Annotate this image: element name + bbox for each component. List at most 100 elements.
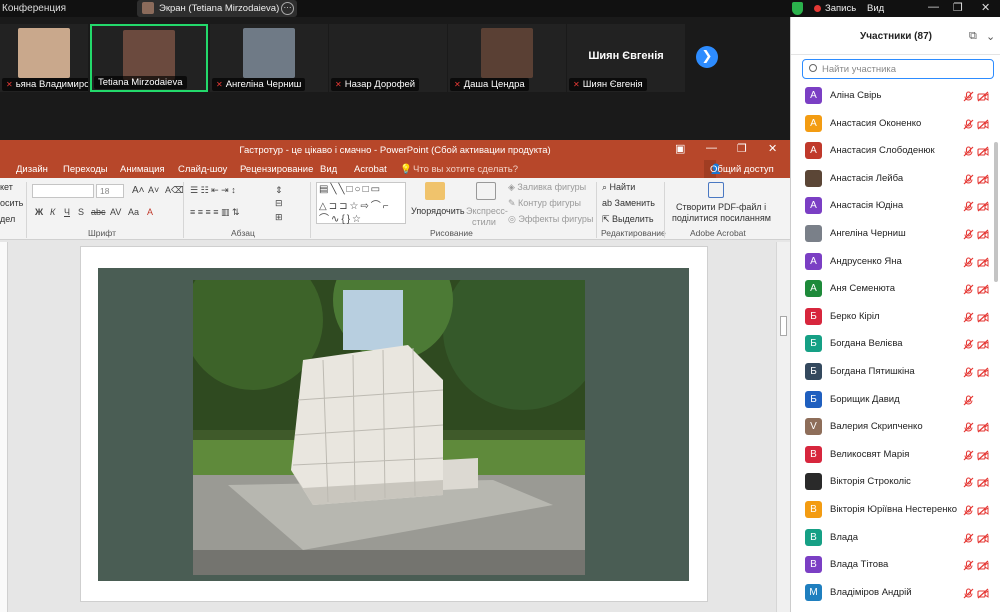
screen-share-indicator[interactable]: Экран (Tetiana Mirzodaieva) ··· — [137, 0, 297, 17]
video-off-icon[interactable] — [977, 531, 989, 549]
participants-scrollbar[interactable] — [994, 142, 998, 282]
more-options-icon[interactable]: ··· — [281, 2, 294, 15]
mic-muted-icon[interactable] — [963, 365, 974, 383]
tab-animation[interactable]: Анимация — [120, 164, 165, 175]
video-tile[interactable]: Шиян Євгенія ✕ Шиян Євгенія — [567, 24, 685, 92]
mic-muted-icon[interactable] — [963, 117, 974, 135]
video-off-icon[interactable] — [977, 89, 989, 107]
participant-row[interactable]: В Великосвят Марія — [791, 442, 991, 469]
shape-effects-button[interactable]: ◎ Эффекты фигуры — [508, 214, 593, 225]
scrollbar-thumb[interactable] — [780, 316, 787, 336]
mic-muted-icon[interactable] — [963, 448, 974, 466]
video-tile[interactable]: ✕ Назар Дорофей — [329, 24, 447, 92]
clear-format-icon[interactable]: A⌫ — [165, 185, 184, 196]
tab-design[interactable]: Дизайн — [16, 164, 48, 175]
close-icon[interactable]: ✕ — [981, 1, 990, 14]
video-tile[interactable]: ✕ Даша Цендра — [448, 24, 566, 92]
mic-muted-icon[interactable] — [963, 337, 974, 355]
share-button[interactable]: 👤 Общий доступ — [704, 160, 774, 178]
video-off-icon[interactable] — [977, 172, 989, 190]
video-off-icon[interactable] — [977, 448, 989, 466]
quick-styles-button-line2[interactable]: стили — [472, 217, 496, 227]
video-off-icon[interactable] — [977, 337, 989, 355]
participant-row[interactable]: А Аня Семенюта — [791, 276, 991, 303]
tab-review[interactable]: Рецензирование — [240, 164, 313, 175]
clipboard-label[interactable]: кет — [0, 182, 13, 192]
mic-muted-icon[interactable] — [963, 475, 974, 493]
strikethrough-icon[interactable]: abc — [91, 207, 106, 217]
align-icons[interactable]: ≡ ≡ ≡ ≡ ▥ ⇅ — [190, 207, 240, 218]
mic-muted-icon[interactable] — [963, 282, 974, 300]
video-off-icon[interactable] — [977, 503, 989, 521]
close-icon[interactable]: ✕ — [768, 142, 777, 155]
video-off-icon[interactable] — [977, 310, 989, 328]
mic-muted-icon[interactable] — [963, 393, 974, 411]
clipboard-label[interactable]: осить — [0, 198, 23, 208]
mic-muted-icon[interactable] — [963, 586, 974, 604]
view-menu[interactable]: Вид — [867, 3, 884, 14]
participant-row[interactable]: Анастасія Лейба — [791, 166, 991, 193]
record-label[interactable]: Запись — [825, 3, 856, 14]
participant-row[interactable]: В Влада — [791, 525, 991, 552]
participant-row[interactable]: В Вікторія Юріївна Нестеренко — [791, 497, 991, 524]
participant-row[interactable]: Б Берко Кіріл — [791, 304, 991, 331]
shapes-gallery[interactable]: ▤╲╲□○□▭ △⊐⊐☆⇨⌒⌐ ⌒∿{}☆ — [316, 182, 406, 225]
clipboard-label[interactable]: дел — [0, 214, 15, 224]
slides-pane[interactable] — [0, 242, 8, 612]
create-pdf-button[interactable]: Створити PDF-файл і — [676, 202, 766, 212]
video-off-icon[interactable] — [977, 199, 989, 217]
restore-icon[interactable]: ❐ — [953, 1, 963, 14]
participant-row[interactable]: А Анастасія Юдіна — [791, 193, 991, 220]
video-off-icon[interactable] — [977, 282, 989, 300]
mic-muted-icon[interactable] — [963, 310, 974, 328]
mic-muted-icon[interactable] — [963, 199, 974, 217]
create-pdf-button-line2[interactable]: поділитися посиланням — [672, 213, 771, 223]
mic-muted-icon[interactable] — [963, 558, 974, 576]
bullets-icon[interactable]: ☰ ☷ ⇤ ⇥ ↕ — [190, 185, 236, 196]
minimize-icon[interactable]: — — [928, 1, 939, 13]
participant-search-input[interactable]: Найти участника — [802, 59, 994, 79]
participant-row[interactable]: Вікторія Строколіс — [791, 469, 991, 496]
video-off-icon[interactable] — [977, 475, 989, 493]
participant-row[interactable]: Б Борищик Давид — [791, 387, 991, 414]
participant-row[interactable]: А Анастасия Оконенко — [791, 111, 991, 138]
text-direction-icon[interactable]: ⇕ — [275, 185, 283, 196]
slide-photo[interactable] — [183, 240, 603, 575]
arrange-button[interactable]: Упорядочить — [411, 206, 465, 216]
participant-row[interactable]: М Владіміров Андрій — [791, 580, 991, 607]
video-tile[interactable]: ✕ Ангеліна Черниш — [210, 24, 328, 92]
video-off-icon[interactable] — [977, 420, 989, 438]
participant-row[interactable]: А Андрусенко Яна — [791, 249, 991, 276]
mic-muted-icon[interactable] — [963, 531, 974, 549]
shape-outline-button[interactable]: ✎ Контур фигуры — [508, 198, 581, 209]
participant-row[interactable]: Б Богдана Велієва — [791, 331, 991, 358]
replace-button[interactable]: ab Заменить — [602, 198, 655, 208]
participant-row[interactable]: V Валерия Скрипченко — [791, 414, 991, 441]
video-tile-active[interactable]: Tetiana Mirzodaieva — [90, 24, 208, 92]
font-color-icon[interactable]: A — [147, 207, 153, 217]
shape-fill-button[interactable]: ◈ Заливка фигуры — [508, 182, 586, 193]
video-off-icon[interactable] — [977, 117, 989, 135]
italic-icon[interactable]: К — [50, 207, 55, 217]
video-off-icon[interactable] — [977, 227, 989, 245]
mic-muted-icon[interactable] — [963, 89, 974, 107]
shadow-icon[interactable]: S — [78, 207, 84, 217]
find-button[interactable]: ⌕ Найти — [602, 182, 635, 193]
minimize-icon[interactable]: — — [706, 142, 717, 154]
bold-icon[interactable]: Ж — [35, 207, 43, 217]
ribbon-display-icon[interactable]: ▣ — [675, 142, 685, 155]
mic-muted-icon[interactable] — [963, 255, 974, 273]
quick-styles-button[interactable]: Экспресс- — [466, 206, 508, 216]
vertical-scrollbar[interactable] — [776, 242, 790, 612]
font-name-input[interactable] — [32, 184, 94, 198]
participant-row[interactable]: Б Богдана Пятишкіна — [791, 359, 991, 386]
mic-muted-icon[interactable] — [963, 172, 974, 190]
tab-view[interactable]: Вид — [320, 164, 337, 175]
slide[interactable] — [98, 240, 689, 581]
increase-font-icon[interactable]: A˄ — [132, 185, 145, 196]
align-text-icon[interactable]: ⊟ — [275, 198, 283, 209]
video-off-icon[interactable] — [977, 144, 989, 162]
tab-slideshow[interactable]: Слайд-шоу — [178, 164, 227, 175]
mic-muted-icon[interactable] — [963, 144, 974, 162]
popout-icon[interactable]: ⧉ — [969, 30, 977, 43]
